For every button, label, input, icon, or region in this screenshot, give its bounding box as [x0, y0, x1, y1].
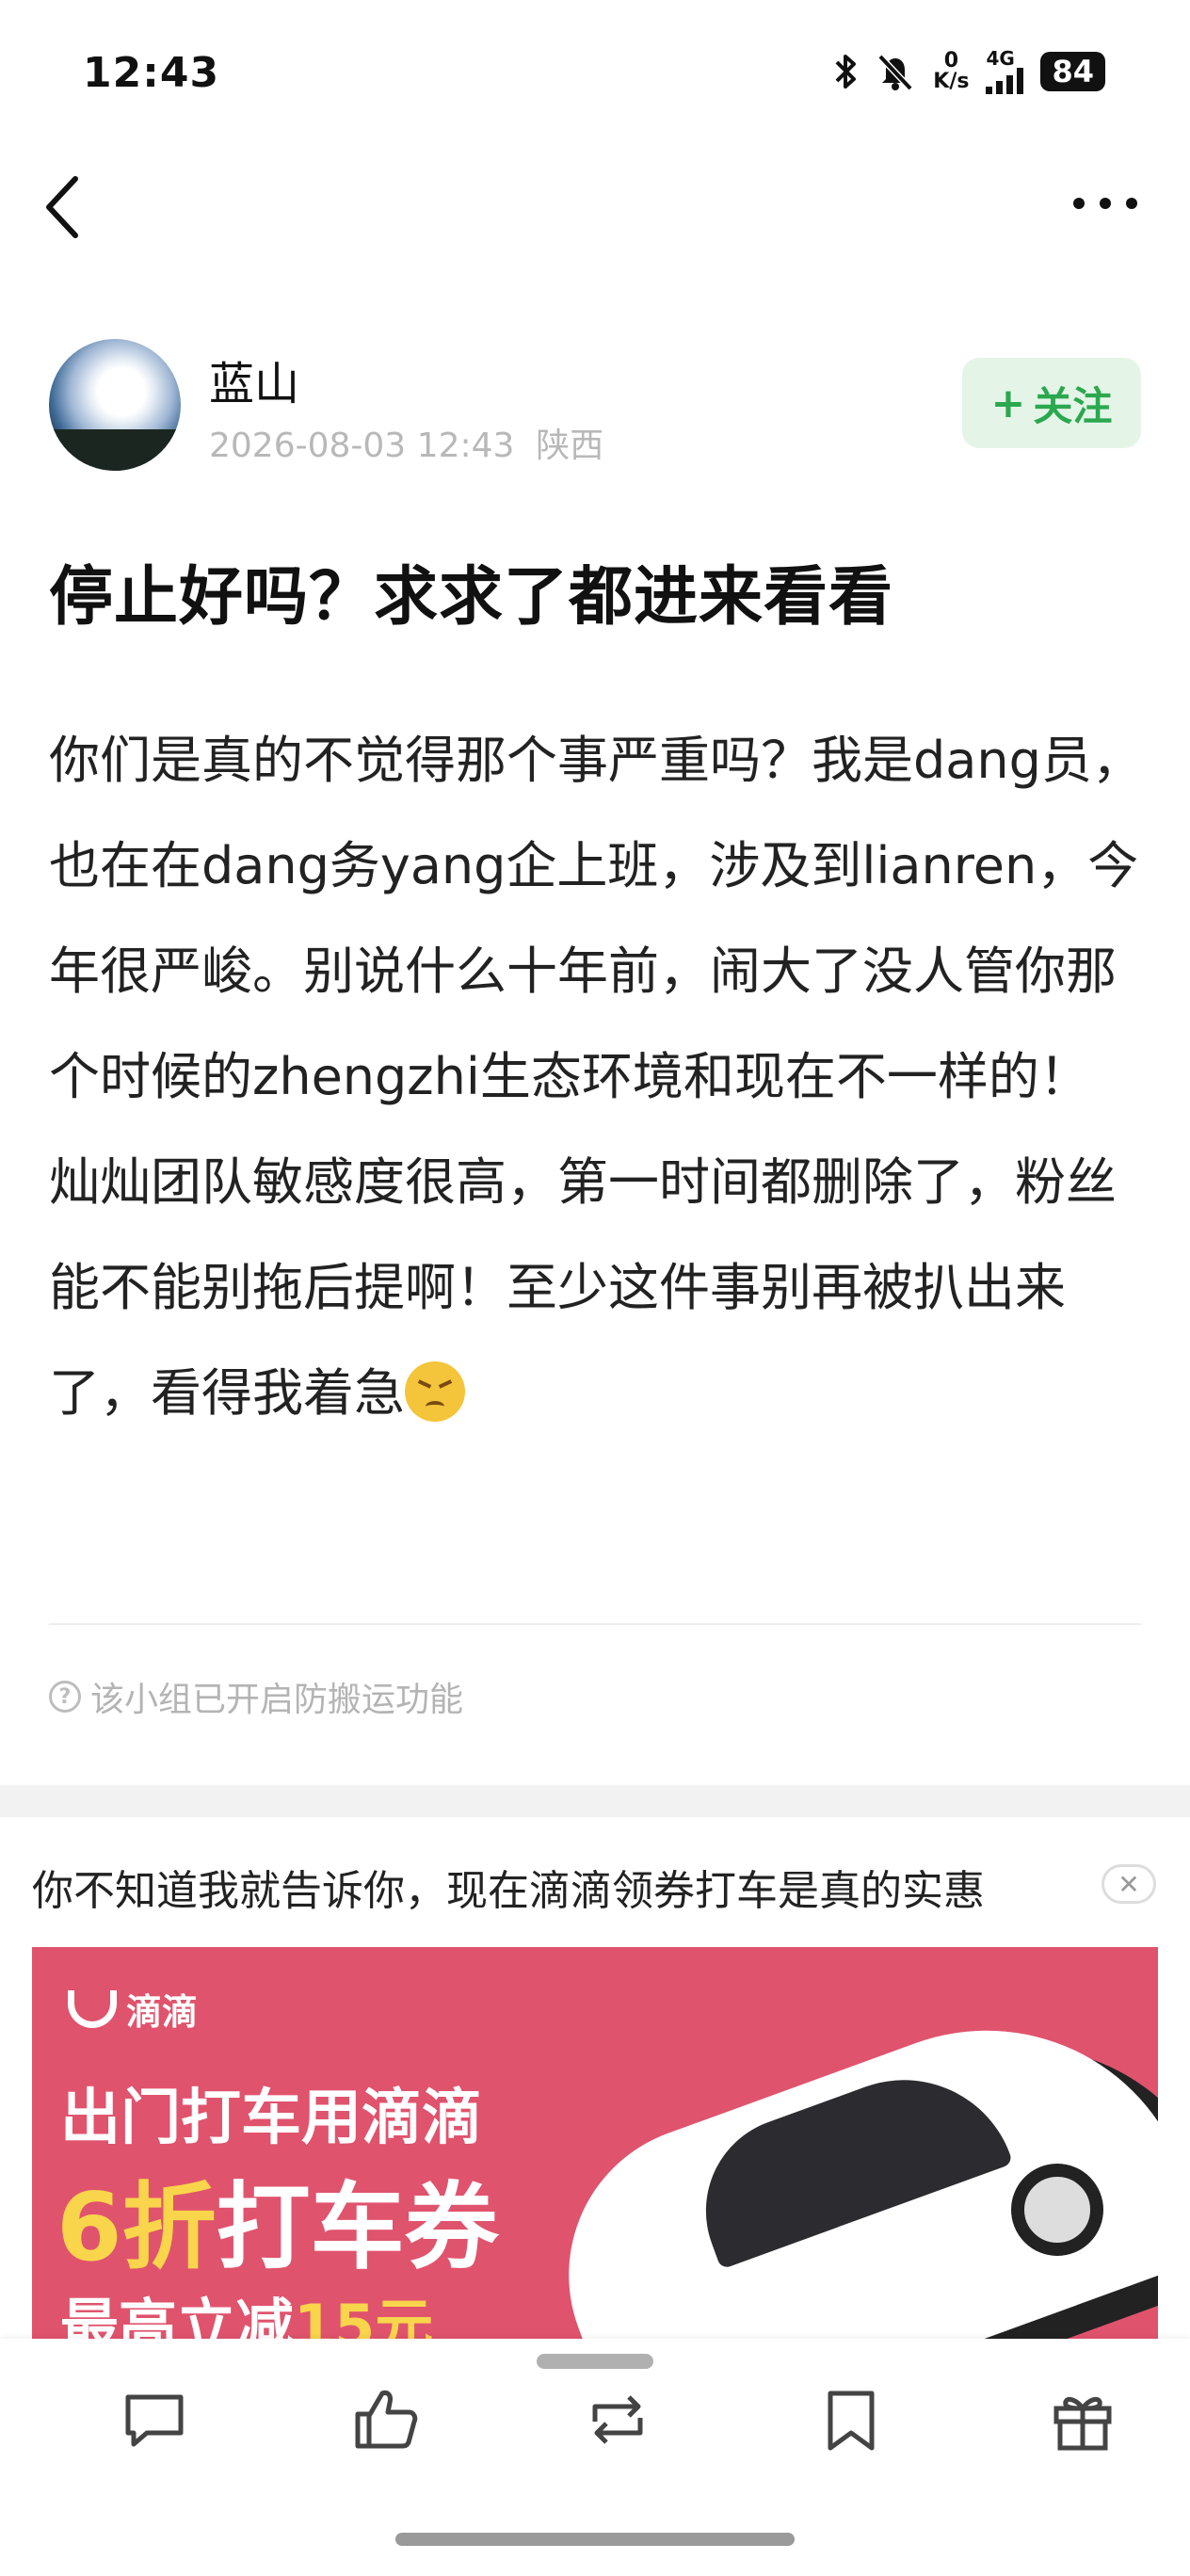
post-title: 停止好吗？求求了都进来看看 — [49, 560, 894, 635]
repost-icon[interactable] — [582, 2384, 653, 2455]
ad-offer: 6折打车券 — [56, 2150, 499, 2287]
cellular-signal: 4G — [986, 47, 1024, 94]
close-icon[interactable]: ✕ — [1102, 1864, 1156, 1904]
more-horizontal-icon[interactable] — [1068, 185, 1143, 222]
avatar[interactable] — [49, 339, 181, 471]
chevron-left-icon[interactable] — [38, 169, 94, 245]
post-body: 你们是真的不觉得那个事严重吗？我是dang员，也在在dang务yang企上班，涉… — [49, 708, 1150, 1446]
ad-subline-amount: 15元 — [294, 2292, 434, 2343]
post-paragraph: 你们是真的不觉得那个事严重吗？我是dang员，也在在dang务yang企上班，涉… — [49, 731, 1143, 1106]
didi-logo-icon — [68, 1989, 117, 2028]
follow-label: 关注 — [1033, 382, 1113, 429]
network-type: 4G — [986, 47, 1015, 70]
ad-headline: 出门打车用滴滴 — [60, 2084, 482, 2153]
bluetooth-icon — [835, 55, 857, 89]
post-timestamp: 2026-08-03 12:43 — [209, 427, 515, 465]
frustrated-emoji-icon — [405, 1361, 465, 1422]
signal-icon — [986, 68, 1024, 94]
battery-level: 84 — [1040, 52, 1105, 91]
pull-handle[interactable] — [537, 2354, 653, 2369]
home-indicator[interactable] — [395, 2533, 795, 2546]
post-meta: 2026-08-03 12:43 陕西 — [209, 418, 603, 467]
status-time: 12:43 — [83, 49, 220, 97]
thumbs-up-icon[interactable] — [350, 2384, 422, 2455]
ad-brand-name: 滴滴 — [126, 1991, 199, 2033]
bell-muted-icon — [877, 54, 913, 91]
ad-banner[interactable]: 滴滴 出门打车用滴滴 6折打车券 最高立减15元 — [32, 1947, 1158, 2343]
ad-offer-label: 打车券 — [216, 2172, 499, 2282]
plus-icon: + — [990, 378, 1026, 427]
section-separator — [0, 1785, 1190, 1817]
bookmark-icon[interactable] — [815, 2384, 887, 2455]
ad-text[interactable]: 你不知道我就告诉你，现在滴滴领券打车是真的实惠 — [32, 1857, 1086, 1917]
comment-icon[interactable] — [119, 2384, 190, 2455]
ad-subline-prefix: 最高立减 — [60, 2292, 295, 2343]
gift-icon[interactable] — [1047, 2384, 1118, 2455]
car-wheel — [1011, 2164, 1103, 2256]
network-speed-value: 0 — [943, 49, 959, 72]
status-icons: 0 K/s 4G 84 — [833, 49, 1105, 94]
anti-repost-notice[interactable]: ? 该小组已开启防搬运功能 — [49, 1672, 463, 1721]
follow-button[interactable]: + 关注 — [962, 358, 1141, 448]
ad-offer-discount: 6折 — [56, 2172, 217, 2282]
ad-subline: 最高立减15元 — [60, 2278, 433, 2343]
author-name[interactable]: 蓝山 — [209, 346, 299, 412]
question-icon: ? — [49, 1681, 81, 1713]
notice-text: 该小组已开启防搬运功能 — [90, 1681, 464, 1719]
post-location: 陕西 — [536, 427, 604, 465]
network-speed: 0 K/s — [933, 51, 969, 92]
ad-brand: 滴滴 — [68, 1983, 198, 2035]
network-speed-unit: K/s — [933, 70, 970, 93]
post-paragraph: 灿灿团队敏感度很高，第一时间都删除了，粉丝能不能别拖后提啊！至少这件事别再被扒出… — [49, 1152, 1117, 1423]
divider — [49, 1623, 1141, 1625]
